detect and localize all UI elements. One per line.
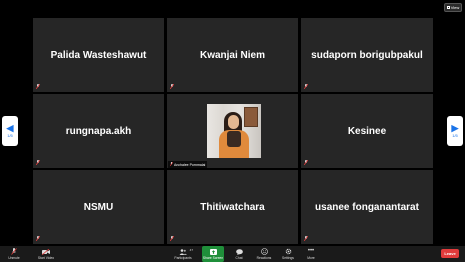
muted-mic-icon	[169, 161, 174, 167]
participant-name: rungnapa.akh	[65, 125, 132, 137]
next-page-button[interactable]: ▶ 1/5	[447, 116, 463, 146]
participants-icon: 47	[179, 248, 193, 255]
emoji-icon	[260, 248, 268, 255]
participant-tile[interactable]: sudaporn borigubpakul	[301, 18, 433, 92]
chat-icon	[235, 248, 243, 255]
leave-button[interactable]: Leave	[441, 249, 459, 258]
participant-name: usanee fonganantarat	[315, 201, 419, 213]
participant-tile[interactable]: rungnapa.akh	[33, 94, 164, 168]
participant-tile[interactable]: NSMU	[33, 170, 164, 244]
participant-video-tile[interactable]: Anchalee Pornmalai	[167, 94, 298, 168]
muted-mic-icon	[304, 84, 308, 89]
chat-button[interactable]: Chat	[230, 246, 248, 262]
settings-button[interactable]: Settings	[279, 246, 297, 262]
participant-tile[interactable]: Thitiwatchara	[167, 170, 298, 244]
unmute-label: Unmute	[8, 256, 20, 260]
share-screen-label: Share Screen	[202, 256, 224, 260]
start-video-button[interactable]: Start Video	[36, 246, 56, 262]
muted-mic-icon	[36, 84, 40, 89]
participant-name: sudaporn borigubpakul	[311, 49, 423, 61]
participant-tile[interactable]: Kwanjai Niem	[167, 18, 298, 92]
participant-tile[interactable]: Kesinee	[301, 94, 433, 168]
more-button[interactable]: ••• More	[302, 246, 320, 262]
chevron-left-icon: ◀	[6, 123, 14, 133]
grid-view-icon	[446, 6, 450, 9]
muted-mic-icon	[36, 236, 40, 241]
page-count-right: 1/5	[452, 133, 458, 138]
participant-name: Thitiwatchara	[200, 201, 265, 213]
participant-name: NSMU	[83, 201, 114, 213]
muted-mic-icon	[170, 84, 174, 89]
gallery-grid: Palida Wasteshawut Kwanjai Niem sudaporn…	[33, 18, 433, 245]
participant-name: Kwanjai Niem	[199, 49, 266, 61]
meeting-toolbar: Unmute Start Video 47 Participants Share…	[0, 246, 465, 262]
unmute-button[interactable]: Unmute	[4, 246, 24, 262]
settings-label: Settings	[282, 256, 294, 260]
view-button[interactable]: View	[444, 3, 462, 12]
gear-icon	[284, 248, 292, 255]
view-button-label: View	[450, 5, 460, 10]
reactions-button[interactable]: Reactions	[254, 246, 274, 262]
chevron-right-icon: ▶	[451, 123, 459, 133]
chat-label: Chat	[235, 256, 243, 260]
muted-mic-icon	[170, 236, 174, 241]
muted-mic-icon	[36, 160, 40, 165]
muted-mic-icon	[304, 236, 308, 241]
share-screen-icon	[209, 248, 217, 255]
share-screen-button[interactable]: Share Screen	[202, 246, 224, 262]
more-label: More	[307, 256, 315, 260]
participant-tile[interactable]: Palida Wasteshawut	[33, 18, 164, 92]
participant-name: Palida Wasteshawut	[50, 49, 147, 61]
meeting-window: View ◀ 1/5 ▶ 1/5 Palida Wasteshawut Kwan…	[0, 0, 465, 262]
page-count-left: 1/5	[7, 133, 13, 138]
participant-name: Kesinee	[347, 125, 387, 137]
start-video-label: Start Video	[37, 256, 55, 260]
more-icon: •••	[307, 248, 315, 254]
reactions-label: Reactions	[256, 256, 272, 260]
participants-button[interactable]: 47 Participants	[172, 246, 194, 262]
participants-label: Participants	[174, 256, 192, 260]
muted-mic-icon	[304, 160, 308, 165]
video-off-icon	[42, 248, 50, 255]
participant-video	[207, 104, 261, 158]
participant-tile[interactable]: usanee fonganantarat	[301, 170, 433, 244]
video-name-caption: Anchalee Pornmalai	[168, 161, 208, 168]
previous-page-button[interactable]: ◀ 1/5	[2, 116, 18, 146]
participants-count: 47	[189, 248, 193, 252]
muted-mic-icon	[10, 248, 18, 255]
participant-name: Anchalee Pornmalai	[174, 162, 206, 167]
